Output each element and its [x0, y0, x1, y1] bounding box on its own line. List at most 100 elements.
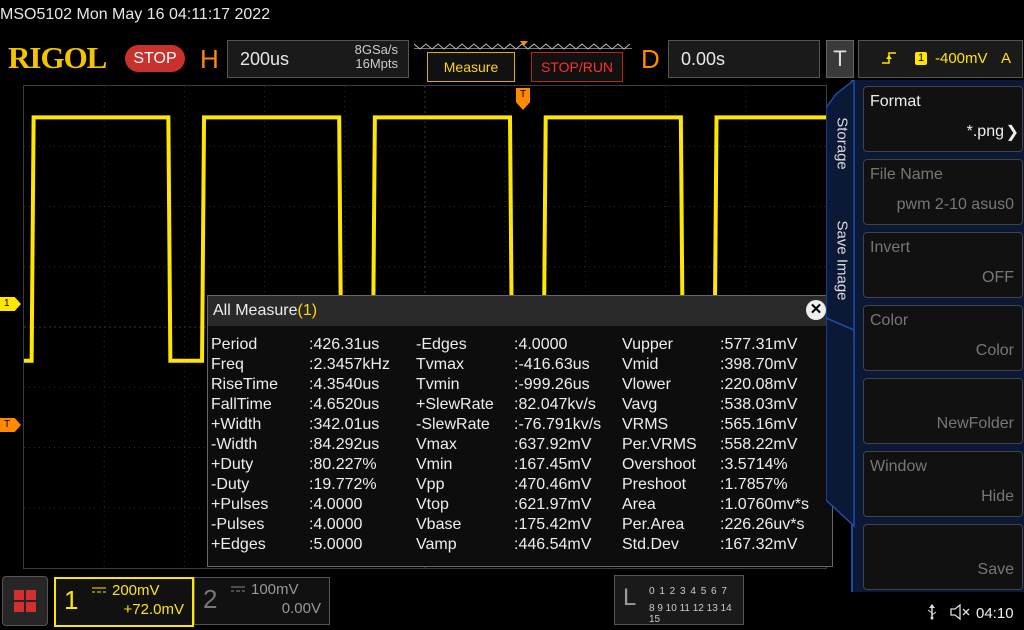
- measure-row: -Edges:4.0000: [416, 336, 622, 356]
- measure-row: Per.VRMS:558.22mV: [622, 436, 827, 456]
- measure-name: Preshoot: [622, 476, 687, 493]
- measure-value: :226.26uv*s: [720, 516, 805, 533]
- menu-grid-icon: [26, 602, 36, 612]
- measure-row: RiseTime:4.3540us: [211, 376, 416, 396]
- measure-value: :1.0760mv*s: [720, 496, 809, 513]
- dc-coupling-icon: [92, 587, 106, 593]
- measure-value: :84.292us: [309, 436, 380, 453]
- measure-name: -Duty: [211, 476, 250, 493]
- menu-item-value: Color: [975, 342, 1014, 359]
- usb-icon: [926, 604, 938, 625]
- measure-name: +Duty: [211, 456, 254, 473]
- measure-value: :558.22mV: [720, 436, 798, 453]
- menu-grid-icon: [26, 590, 36, 600]
- logic-analyzer-settings[interactable]: L 0 1 2 3 4 5 6 7 8 9 10 11 12 13 14 15: [614, 575, 744, 625]
- measure-value: :2.3457kHz: [309, 356, 390, 373]
- measure-name: Vpp: [416, 476, 445, 493]
- menu-item-value: Save: [977, 561, 1014, 578]
- measure-row: +Edges:5.0000: [211, 536, 416, 556]
- measure-name: Per.Area: [622, 516, 685, 533]
- measure-value: :398.70mV: [720, 356, 798, 373]
- menu-tabs: Storage Save Image: [826, 80, 856, 592]
- timebase-box[interactable]: 200us 8GSa/s 16Mpts: [227, 40, 409, 78]
- menu-grid-icon: [14, 590, 24, 600]
- close-icon[interactable]: ✕: [806, 300, 826, 320]
- trigger-source: 1: [915, 52, 927, 65]
- menu-item-format[interactable]: Format *.png ❯: [863, 86, 1023, 152]
- measure-value: :5.0000: [309, 536, 363, 553]
- measure-name: -Pulses: [211, 516, 265, 533]
- measure-panel-header[interactable]: All Measure(1) ✕: [208, 296, 832, 326]
- menu-item-color[interactable]: Color Color: [863, 305, 1023, 371]
- stop-run-button[interactable]: STOP/RUN: [531, 52, 623, 82]
- ch1-settings[interactable]: 1 200mV +72.0mV: [54, 577, 194, 627]
- menu-item-file-name[interactable]: File Name pwm 2-10 asus0: [863, 159, 1023, 225]
- menu-item-newfolder[interactable]: NewFolder: [863, 378, 1023, 444]
- run-state-badge[interactable]: STOP: [125, 45, 185, 72]
- measure-name: Area: [622, 496, 656, 513]
- all-measure-panel: All Measure(1) ✕ Period :426.31us Freq :2.3…: [207, 295, 833, 567]
- measure-panel-title: All Measure(1): [213, 302, 317, 320]
- measure-row: Vbase:175.42mV: [416, 516, 622, 536]
- measure-name: Vmid: [622, 356, 659, 373]
- system-clock: 04:10: [976, 605, 1014, 622]
- tab-storage[interactable]: Storage: [834, 96, 851, 192]
- trigger-level: -400mV: [935, 50, 988, 67]
- menu-item-label: Format: [870, 93, 921, 110]
- menu-item-invert[interactable]: Invert OFF: [863, 232, 1023, 298]
- rising-edge-icon: [881, 50, 897, 70]
- measure-row: Vupper:577.31mV: [622, 336, 827, 356]
- ch1-scale: 200mV: [112, 582, 160, 599]
- menu-item-window[interactable]: Window Hide: [863, 451, 1023, 517]
- chevron-right-icon: ❯: [1005, 124, 1019, 141]
- measure-name: -Width: [211, 436, 258, 453]
- acquisition-info: 8GSa/s 16Mpts: [355, 43, 398, 71]
- measure-value: :446.54mV: [514, 536, 592, 553]
- main-menu-button[interactable]: [2, 576, 48, 626]
- ch2-number: 2: [203, 584, 218, 614]
- menu-item-label: Invert: [870, 239, 911, 256]
- measure-row: +Width:342.01us: [211, 416, 416, 436]
- trigger-level-marker[interactable]: T: [0, 418, 21, 432]
- memory-depth: 16Mpts: [355, 56, 398, 71]
- measure-name: Vupper: [622, 336, 673, 353]
- delay-box[interactable]: 0.00s: [668, 40, 820, 78]
- measure-name: -SlewRate: [416, 416, 490, 433]
- status-line: MSO5102 Mon May 16 04:11:17 2022: [0, 6, 271, 23]
- measure-row: -Duty:19.772%: [211, 476, 416, 496]
- measure-value: :4.6520us: [309, 396, 380, 413]
- sample-rate: 8GSa/s: [354, 42, 398, 57]
- menu-item-label: Color: [870, 312, 909, 329]
- ch1-offset: +72.0mV: [123, 601, 184, 618]
- measure-column: -Edges:4.0000 Tvmax:-416.63us Tvmin:-999.2…: [416, 336, 622, 556]
- measure-name: Tvmin: [416, 376, 460, 393]
- timebase-value: 200us: [240, 49, 290, 69]
- measure-row: +SlewRate:82.047kv/s: [416, 396, 622, 416]
- ch2-settings[interactable]: 2 100mV 0.00V: [194, 577, 330, 625]
- menu-grid-icon: [14, 602, 24, 612]
- measure-column: Period :426.31us Freq :2.3457kHz RiseTime:4.…: [211, 336, 416, 556]
- measure-value: :342.01us: [309, 416, 380, 433]
- measure-value: :-76.791kv/s: [514, 416, 602, 433]
- measure-value: :426.31us: [309, 336, 380, 353]
- measure-button[interactable]: Measure: [427, 52, 515, 82]
- measure-row: Vmid :398.70mV: [622, 356, 827, 376]
- measure-value: :4.0000: [309, 496, 363, 513]
- measure-value: :175.42mV: [514, 516, 592, 533]
- measure-value: :538.03mV: [720, 396, 798, 413]
- trigger-label[interactable]: T: [826, 40, 854, 78]
- measure-value: :-416.63us: [514, 356, 590, 373]
- measure-row: Area :1.0760mv*s: [622, 496, 827, 516]
- menu-item-label: File Name: [870, 166, 943, 183]
- measure-name: Freq: [211, 356, 244, 373]
- ch1-offset-marker[interactable]: 1: [0, 297, 21, 311]
- speaker-muted-icon[interactable]: [950, 603, 972, 625]
- menu-item-value: *.png: [966, 123, 1004, 140]
- measure-value: :621.97mV: [514, 496, 592, 513]
- measure-name: Period: [211, 336, 258, 353]
- trigger-info-box[interactable]: 1 -400mV A: [858, 40, 1023, 78]
- tab-save-image[interactable]: Save Image: [834, 213, 851, 309]
- measure-name: Vtop: [416, 496, 449, 513]
- measure-row: Tvmin:-999.26us: [416, 376, 622, 396]
- menu-item-save[interactable]: Save: [863, 524, 1023, 590]
